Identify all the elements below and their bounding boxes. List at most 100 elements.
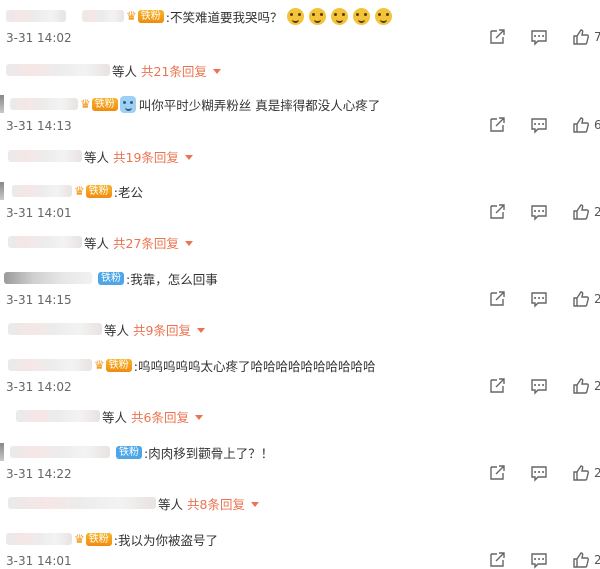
comment-icon[interactable]: [530, 551, 548, 569]
crown-icon: ♛: [80, 97, 91, 111]
reply-count-link[interactable]: 共27条回复: [113, 233, 179, 252]
thumbs-up-icon[interactable]: [572, 203, 590, 221]
chevron-down-icon[interactable]: [194, 414, 203, 420]
like-count: 265: [594, 292, 600, 306]
comment-actions: 756: [488, 28, 600, 46]
reply-count-link[interactable]: 共21条回复: [141, 61, 207, 80]
comment-icon[interactable]: [530, 116, 548, 134]
chevron-down-icon[interactable]: [184, 154, 193, 160]
like-count: 283: [594, 379, 600, 393]
like-count: 216: [594, 553, 600, 567]
chevron-down-icon[interactable]: [250, 501, 259, 507]
fan-badge[interactable]: ♛ 铁粉: [80, 97, 118, 112]
username-blurred[interactable]: [10, 446, 110, 458]
thumbs-up-icon[interactable]: [572, 116, 590, 134]
comment-icon[interactable]: [530, 290, 548, 308]
username-blurred[interactable]: [8, 359, 92, 371]
fan-badge[interactable]: ♛ 铁粉: [74, 184, 112, 199]
replier-names-blurred: [8, 323, 102, 335]
share-icon[interactable]: [488, 464, 506, 482]
reply-summary[interactable]: 等人 共21条回复: [0, 60, 221, 80]
reply-summary[interactable]: 等人 共8条回复: [0, 493, 259, 513]
chevron-down-icon[interactable]: [212, 68, 221, 74]
comment-text: :不笑难道要我哭吗？: [165, 9, 283, 25]
reply-summary[interactable]: 等人 共9条回复: [0, 319, 205, 339]
crown-icon: ♛: [74, 532, 85, 546]
thumbs-up-icon[interactable]: [572, 464, 590, 482]
username-blurred[interactable]: [10, 98, 78, 110]
username-blurred[interactable]: [12, 185, 72, 197]
comment-line: ♛ 铁粉 :老公: [0, 180, 143, 202]
comment-time: 3-31 14:15: [6, 293, 72, 307]
share-icon[interactable]: [488, 28, 506, 46]
thumbs-up-icon[interactable]: [572, 551, 590, 569]
username-blurred[interactable]: [82, 10, 124, 22]
username-blurred[interactable]: [6, 10, 66, 22]
like-count: 287: [594, 205, 600, 219]
share-icon[interactable]: [488, 203, 506, 221]
comment-text: :呜呜呜呜呜太心疼了哈哈哈哈哈哈哈哈哈哈: [133, 358, 376, 374]
comment-text: :我以为你被盗号了: [113, 532, 218, 548]
chevron-down-icon[interactable]: [184, 240, 193, 246]
share-icon[interactable]: [488, 377, 506, 395]
comment-actions: 687: [488, 116, 600, 134]
comment-line: ♛ 铁粉 :不笑难道要我哭吗？: [0, 5, 393, 27]
doge-emoji-icon: [375, 7, 393, 25]
thumbs-up-icon[interactable]: [572, 377, 590, 395]
reply-summary[interactable]: 等人 共19条回复: [0, 146, 193, 166]
comment-actions: 216: [488, 551, 600, 569]
comment-time: 3-31 14:22: [6, 467, 72, 481]
username-blurred[interactable]: [4, 272, 92, 284]
comment-line: 铁粉 :我靠，怎么回事: [0, 267, 218, 289]
thumbs-up-icon[interactable]: [572, 28, 590, 46]
replier-names-blurred: [8, 150, 82, 162]
share-icon[interactable]: [488, 290, 506, 308]
reply-count-link[interactable]: 共8条回复: [187, 494, 245, 513]
comment-icon[interactable]: [530, 464, 548, 482]
comment-line: ♛ 铁粉 :呜呜呜呜呜太心疼了哈哈哈哈哈哈哈哈哈哈: [0, 354, 375, 376]
fan-badge[interactable]: ♛ 铁粉: [94, 358, 132, 373]
comment-actions: 287: [488, 203, 600, 221]
replier-names-blurred: [8, 236, 82, 248]
replier-names-blurred: [16, 410, 100, 422]
comment-actions: 265: [488, 290, 600, 308]
like-count: 687: [594, 118, 600, 132]
reply-summary[interactable]: 等人 共27条回复: [0, 232, 193, 252]
comment-icon[interactable]: [530, 203, 548, 221]
crown-icon: ♛: [126, 9, 137, 23]
share-icon[interactable]: [488, 551, 506, 569]
comment-time: 3-31 14:13: [6, 119, 72, 133]
comment-line: 铁粉 :肉肉移到颧骨上了？！: [0, 441, 273, 463]
comment-actions: 235: [488, 464, 600, 482]
fan-badge[interactable]: ♛ 铁粉: [126, 9, 164, 24]
like-count: 235: [594, 466, 600, 480]
crown-icon: ♛: [94, 358, 105, 372]
comment-icon[interactable]: [530, 377, 548, 395]
replier-names-blurred: [6, 64, 110, 76]
thumbs-up-icon[interactable]: [572, 290, 590, 308]
doge-emoji-icon: [309, 7, 327, 25]
comment-text: :老公: [113, 184, 143, 200]
username-blurred[interactable]: [6, 533, 72, 545]
fan-badge[interactable]: 铁粉: [98, 271, 124, 286]
doge-emoji-icon: [331, 7, 349, 25]
chevron-down-icon[interactable]: [196, 327, 205, 333]
doge-emoji-icon: [287, 7, 305, 25]
comment-text: :我靠，怎么回事: [126, 271, 218, 287]
comment-time: 3-31 14:02: [6, 31, 72, 45]
comment-time: 3-31 14:02: [6, 380, 72, 394]
comment-time: 3-31 14:01: [6, 554, 72, 568]
reply-count-link[interactable]: 共19条回复: [113, 147, 179, 166]
comment-icon[interactable]: [530, 28, 548, 46]
comment-line: ♛ 铁粉 叫你平时少糊弄粉丝 真是摔得都没人心疼了: [0, 93, 380, 115]
fan-badge[interactable]: ♛ 铁粉: [74, 532, 112, 547]
reply-summary[interactable]: 等人 共6条回复: [0, 406, 203, 426]
comment-text: 叫你平时少糊弄粉丝 真是摔得都没人心疼了: [138, 97, 381, 113]
fan-badge[interactable]: 铁粉: [116, 445, 142, 460]
like-count: 756: [594, 30, 600, 44]
comment-actions: 283: [488, 377, 600, 395]
doge-emoji-icon: [353, 7, 371, 25]
share-icon[interactable]: [488, 116, 506, 134]
reply-count-link[interactable]: 共6条回复: [131, 407, 189, 426]
reply-count-link[interactable]: 共9条回复: [133, 320, 191, 339]
